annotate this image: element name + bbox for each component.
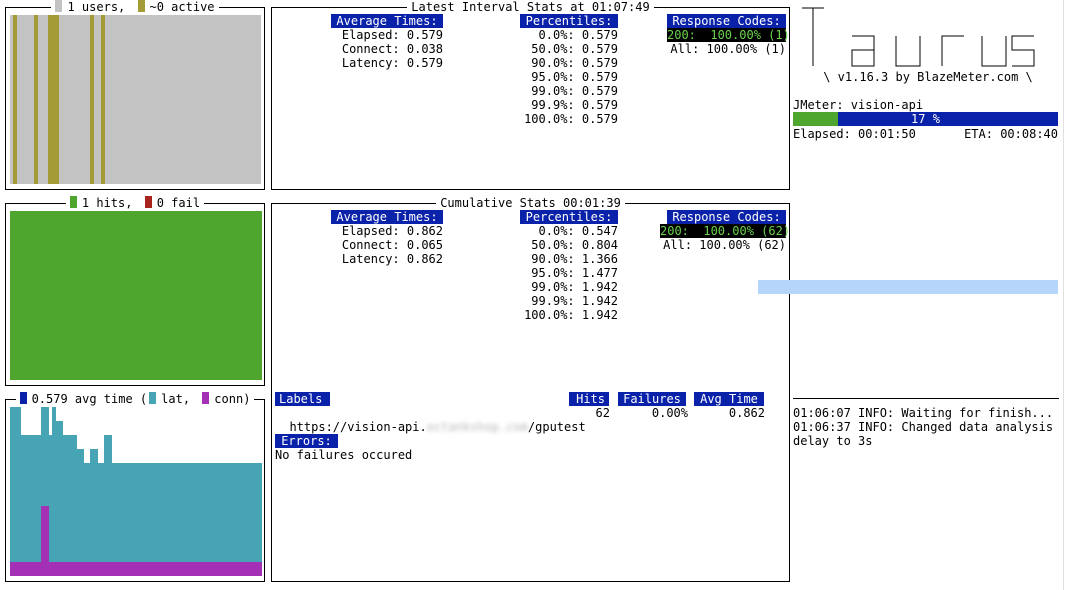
latest-rc-200[interactable]: 200: 100.00% (1): [667, 28, 790, 42]
cum-connect: Connect: 0.065: [341, 238, 443, 252]
label-url: https://vision-api.octankshop.com/gputes…: [275, 406, 586, 434]
latest-pct-100: 100.0%: 0.579: [524, 112, 618, 126]
executor-name: JMeter: vision-api: [793, 98, 924, 112]
users-panel: 1 users, ~0 active: [5, 0, 265, 190]
taurus-logo: Taurus: [796, 2, 1058, 70]
users-bar: [101, 15, 105, 184]
users-bar: [55, 15, 59, 184]
conn-legend-swatch: [202, 392, 210, 404]
lat-bar: [258, 463, 262, 576]
cumulative-title: Cumulative Stats 00:01:39: [272, 196, 789, 210]
taurus-version: \ v1.16.3 by BlazeMeter.com \: [823, 70, 1033, 84]
cum-rc-200[interactable]: 200: 100.00% (62): [660, 224, 790, 238]
users-bar: [34, 15, 38, 184]
elapsed-time: Elapsed: 00:01:50: [793, 127, 916, 141]
active-legend-swatch: [137, 0, 145, 12]
latest-elapsed: Elapsed: 0.579: [341, 28, 443, 42]
label-url-blurred: octankshop.com: [426, 420, 528, 434]
latest-pct-99-9: 99.9%: 0.579: [531, 98, 618, 112]
log-line-1: 01:06:07 INFO: Waiting for finish...: [793, 406, 1054, 420]
hits-legend-swatch: [69, 196, 77, 208]
latest-pct-header: Percentiles:: [520, 14, 618, 28]
latest-pct-90: 90.0%: 0.579: [531, 56, 618, 70]
cum-pct-99-9: 99.9%: 1.942: [531, 294, 618, 308]
latest-latency: Latency: 0.579: [341, 56, 443, 70]
latest-pct-99: 99.0%: 0.579: [531, 84, 618, 98]
fail-count-label: 0 fail: [156, 196, 201, 210]
errors-text: No failures occured: [275, 448, 413, 462]
labels-header: Labels: [275, 392, 330, 406]
eta-time: ETA: 00:08:40: [964, 127, 1058, 141]
label-url-prefix: https://vision-api.: [289, 420, 427, 434]
log-separator: [793, 398, 1059, 399]
cum-rc-header: Response Codes:: [667, 210, 786, 224]
users-bar: [13, 15, 17, 184]
latest-connect: Connect: 0.038: [341, 42, 443, 56]
progress-label: 17 %: [911, 112, 940, 126]
lat-legend-swatch: [149, 392, 157, 404]
avg-legend-swatch: [19, 392, 27, 404]
cum-rc-all: All: 100.00% (62): [663, 238, 786, 252]
users-panel-title: 1 users, ~0 active: [6, 0, 264, 14]
label-url-suffix: /gputest: [527, 420, 586, 434]
latest-rc-header: Response Codes:: [667, 14, 786, 28]
conn-bar: [258, 561, 262, 576]
avg-time-chart: [10, 407, 262, 576]
cum-pct-header: Percentiles:: [520, 210, 618, 224]
hits-header: Hits: [569, 392, 609, 406]
fail-legend-swatch: [144, 196, 152, 208]
avg-time-header: Avg Time: [694, 392, 764, 406]
taurus-logo-art: [802, 7, 1035, 67]
avg-time-label: 0.579 avg time (: [31, 392, 148, 406]
cum-elapsed: Elapsed: 0.862: [341, 224, 443, 238]
cum-pct-0: 0.0%: 0.547: [538, 224, 618, 238]
window-edge: [1063, 0, 1064, 590]
avg-time-panel: 0.579 avg time ( lat, conn): [5, 392, 265, 582]
progress-bar: 17 %: [793, 112, 1058, 126]
log-line-2: 01:06:37 INFO: Changed data analysis: [793, 420, 1054, 434]
cum-pct-90: 90.0%: 1.366: [531, 252, 618, 266]
failures-header: Failures: [618, 392, 686, 406]
users-bar: [90, 15, 94, 184]
hits-panel: 1 hits, 0 fail: [5, 196, 265, 386]
selection-highlight: [758, 280, 1058, 294]
latest-pct-50: 50.0%: 0.579: [531, 42, 618, 56]
users-chart: [10, 15, 261, 184]
hits-bar: [258, 211, 262, 380]
cum-pct-50: 50.0%: 0.804: [531, 238, 618, 252]
latest-pct-0: 0.0%: 0.579: [538, 28, 618, 42]
cum-pct-99: 99.0%: 1.942: [531, 280, 618, 294]
errors-header: Errors:: [275, 434, 338, 448]
conn-label: conn): [214, 392, 251, 406]
active-count-label: ~0 active: [149, 0, 215, 14]
avg-time-panel-title: 0.579 avg time ( lat, conn): [6, 392, 264, 406]
cum-pct-95: 95.0%: 1.477: [531, 266, 618, 280]
label-failures: 0.00%: [651, 406, 688, 420]
latest-pct-95: 95.0%: 0.579: [531, 70, 618, 84]
cum-latency: Latency: 0.862: [341, 252, 443, 266]
users-legend-swatch: [55, 0, 63, 12]
latest-interval-title: Latest Interval Stats at 01:07:49: [272, 0, 789, 14]
hits-panel-title: 1 hits, 0 fail: [6, 196, 264, 210]
cum-pct-100: 100.0%: 1.942: [524, 308, 618, 322]
label-hits: 62: [595, 406, 610, 420]
lat-label: lat,: [161, 392, 191, 406]
hits-count-label: 1 hits,: [81, 196, 133, 210]
hits-chart: [10, 211, 262, 380]
users-count-label: 1 users,: [67, 0, 126, 14]
cum-avg-header: Average Times:: [331, 210, 443, 224]
log-line-3: delay to 3s: [793, 434, 873, 448]
latest-avg-header: Average Times:: [331, 14, 443, 28]
latest-rc-all: All: 100.00% (1): [670, 42, 786, 56]
label-avg-time: 0.862: [728, 406, 765, 420]
